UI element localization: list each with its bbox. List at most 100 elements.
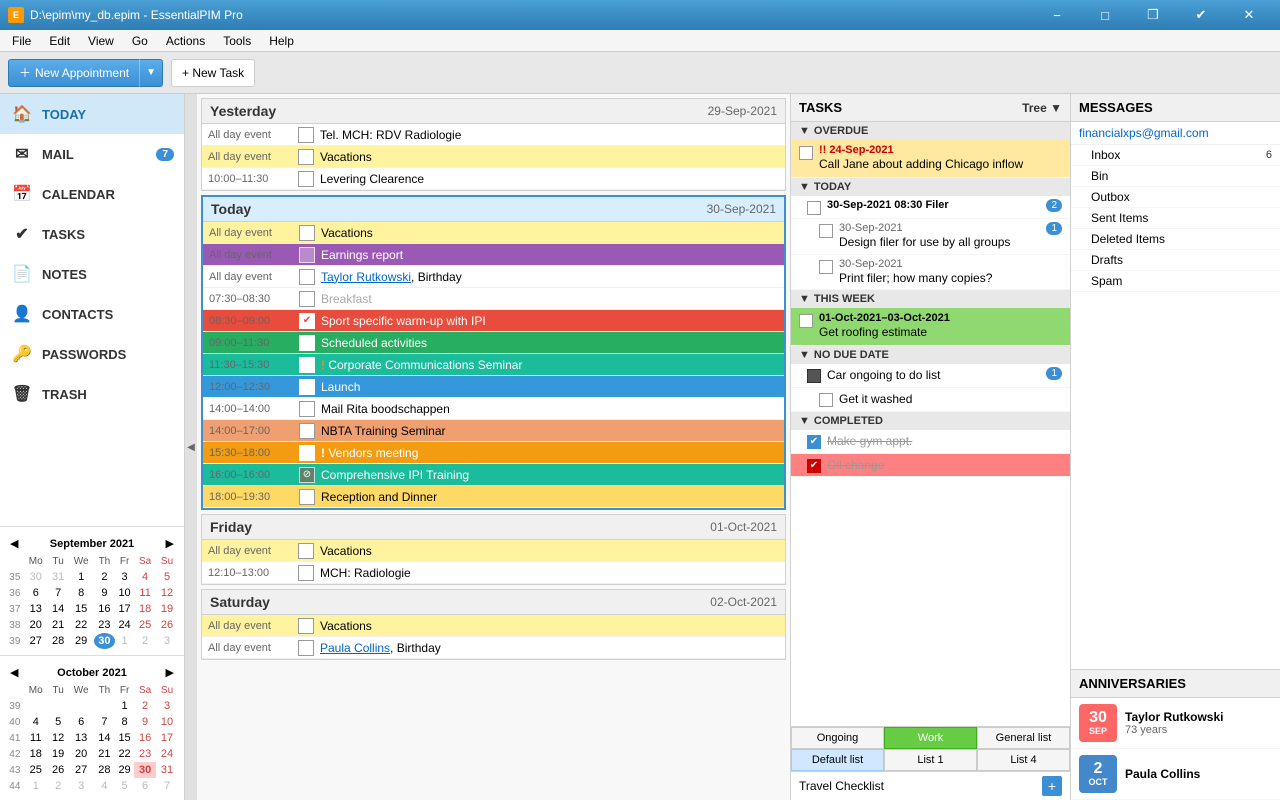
- event-row[interactable]: 12:00–12:30 Launch: [203, 376, 784, 398]
- event-row[interactable]: 07:30–08:30 Breakfast: [203, 288, 784, 310]
- event-checkbox[interactable]: [298, 171, 314, 187]
- event-checkbox[interactable]: [298, 149, 314, 165]
- task-item[interactable]: !! 24-Sep-2021 Call Jane about adding Ch…: [791, 140, 1070, 178]
- menu-go[interactable]: Go: [124, 32, 156, 50]
- message-item-inbox[interactable]: Inbox 6: [1071, 145, 1280, 166]
- message-item-deleted[interactable]: Deleted Items: [1071, 229, 1280, 250]
- new-appointment-button[interactable]: ＋ New Appointment: [8, 59, 139, 87]
- message-item-sent[interactable]: Sent Items: [1071, 208, 1280, 229]
- tab-default-list[interactable]: Default list: [791, 749, 884, 771]
- cal-day[interactable]: 1: [68, 569, 93, 585]
- cal-day[interactable]: 24: [115, 617, 134, 633]
- cal-day[interactable]: 13: [24, 601, 48, 617]
- sidebar-item-today[interactable]: 🏠 TODAY: [0, 94, 184, 134]
- oct-next-button[interactable]: ▶: [162, 664, 178, 681]
- sidebar-item-tasks[interactable]: ✔ TASKS: [0, 214, 184, 254]
- new-task-button[interactable]: + New Task: [171, 59, 255, 87]
- task-checkbox[interactable]: [819, 224, 833, 238]
- task-checkbox[interactable]: ✔: [807, 435, 821, 449]
- cal-day[interactable]: 19: [156, 601, 178, 617]
- cal-day[interactable]: 11: [134, 585, 156, 601]
- event-row[interactable]: All day event Vacations: [202, 146, 785, 168]
- cal-day[interactable]: 30: [24, 569, 48, 585]
- cal-day[interactable]: 27: [24, 633, 48, 649]
- cal-day[interactable]: 22: [68, 617, 93, 633]
- task-item[interactable]: 30-Sep-2021 08:30 Filer 2: [791, 196, 1070, 219]
- cal-day[interactable]: 9: [94, 585, 115, 601]
- task-checkbox[interactable]: [799, 314, 813, 328]
- task-item[interactable]: 30-Sep-2021 Print filer; how many copies…: [791, 255, 1070, 291]
- cal-day[interactable]: 21: [48, 617, 69, 633]
- sidebar-item-notes[interactable]: 📄 NOTES: [0, 254, 184, 294]
- event-row[interactable]: 15:30–18:00 ! Vendors meeting: [203, 442, 784, 464]
- event-row[interactable]: 18:00–19:30 Reception and Dinner: [203, 486, 784, 508]
- cal-day[interactable]: 14: [48, 601, 69, 617]
- tasks-section-this-week[interactable]: ▼ THIS WEEK: [791, 290, 1070, 308]
- cal-day[interactable]: 23: [94, 617, 115, 633]
- oct-prev-button[interactable]: ◀: [6, 664, 22, 681]
- event-checkbox[interactable]: [298, 127, 314, 143]
- menu-tools[interactable]: Tools: [215, 32, 259, 50]
- cal-day[interactable]: 4: [134, 569, 156, 585]
- event-row[interactable]: All day event Paula Collins, Birthday: [202, 637, 785, 659]
- tasks-section-completed[interactable]: ▼ COMPLETED: [791, 412, 1070, 430]
- cal-day[interactable]: 3: [115, 569, 134, 585]
- event-checkbox[interactable]: [299, 269, 315, 285]
- cal-day[interactable]: 28: [48, 633, 69, 649]
- task-checkbox[interactable]: [799, 146, 813, 160]
- cal-day[interactable]: 17: [115, 601, 134, 617]
- event-link[interactable]: Paula Collins: [320, 641, 390, 655]
- sidebar-item-passwords[interactable]: 🔑 PASSWORDS: [0, 334, 184, 374]
- event-checkbox[interactable]: ✔: [299, 313, 315, 329]
- event-row[interactable]: 16:00–16:00 ⊘ Comprehensive IPI Training: [203, 464, 784, 486]
- sep-prev-button[interactable]: ◀: [6, 535, 22, 552]
- event-checkbox[interactable]: [299, 225, 315, 241]
- message-item-bin[interactable]: Bin: [1071, 166, 1280, 187]
- cal-day-today[interactable]: 30: [94, 633, 115, 649]
- event-checkbox[interactable]: [299, 401, 315, 417]
- restore-button[interactable]: ❐: [1130, 0, 1176, 30]
- cal-day[interactable]: 31: [48, 569, 69, 585]
- event-checkbox[interactable]: [298, 618, 314, 634]
- message-item-outbox[interactable]: Outbox: [1071, 187, 1280, 208]
- tab-general-list[interactable]: General list: [977, 727, 1070, 749]
- event-checkbox[interactable]: [298, 543, 314, 559]
- sidebar-item-mail[interactable]: ✉ MAIL 7: [0, 134, 184, 174]
- event-row[interactable]: 14:00–17:00 NBTA Training Seminar: [203, 420, 784, 442]
- cal-day[interactable]: 5: [156, 569, 178, 585]
- event-checkbox[interactable]: [299, 291, 315, 307]
- cal-day[interactable]: 3: [156, 633, 178, 649]
- event-row[interactable]: All day event Vacations: [202, 540, 785, 562]
- tab-list-4[interactable]: List 4: [977, 749, 1070, 771]
- message-item-drafts[interactable]: Drafts: [1071, 250, 1280, 271]
- event-row[interactable]: 11:30–15:30 ! Corporate Communications S…: [203, 354, 784, 376]
- event-checkbox[interactable]: [299, 247, 315, 263]
- task-checkbox[interactable]: [819, 260, 833, 274]
- tasks-section-overdue[interactable]: ▼ OVERDUE: [791, 122, 1070, 140]
- cal-day[interactable]: 1: [115, 633, 134, 649]
- event-checkbox[interactable]: [299, 379, 315, 395]
- event-checkbox[interactable]: [299, 489, 315, 505]
- event-row[interactable]: All day event Tel. MCH: RDV Radiologie: [202, 124, 785, 146]
- sidebar-collapse-button[interactable]: ◀: [185, 94, 197, 800]
- menu-edit[interactable]: Edit: [41, 32, 78, 50]
- event-row[interactable]: All day event Taylor Rutkowski, Birthday: [203, 266, 784, 288]
- event-row[interactable]: 09:00–11:30 Scheduled activities: [203, 332, 784, 354]
- event-checkbox[interactable]: [298, 640, 314, 656]
- task-checkbox[interactable]: ✔: [807, 459, 821, 473]
- cal-day[interactable]: 12: [156, 585, 178, 601]
- tasks-section-no-due[interactable]: ▼ NO DUE DATE: [791, 346, 1070, 364]
- task-item[interactable]: ✔ Oil change: [791, 454, 1070, 478]
- cal-day[interactable]: 18: [134, 601, 156, 617]
- event-row[interactable]: 10:00–11:30 Levering Clearence: [202, 168, 785, 190]
- event-checkbox[interactable]: ⊘: [299, 467, 315, 483]
- event-row[interactable]: 08:30–09:00 ✔ Sport specific warm-up wit…: [203, 310, 784, 332]
- event-row[interactable]: All day event Earnings report: [203, 244, 784, 266]
- cal-day[interactable]: 10: [115, 585, 134, 601]
- event-row[interactable]: All day event Vacations: [202, 615, 785, 637]
- menu-help[interactable]: Help: [261, 32, 302, 50]
- cal-day[interactable]: 8: [68, 585, 93, 601]
- sidebar-item-trash[interactable]: 🗑 TRASH: [0, 374, 184, 414]
- sep-next-button[interactable]: ▶: [162, 535, 178, 552]
- cal-day[interactable]: 20: [24, 617, 48, 633]
